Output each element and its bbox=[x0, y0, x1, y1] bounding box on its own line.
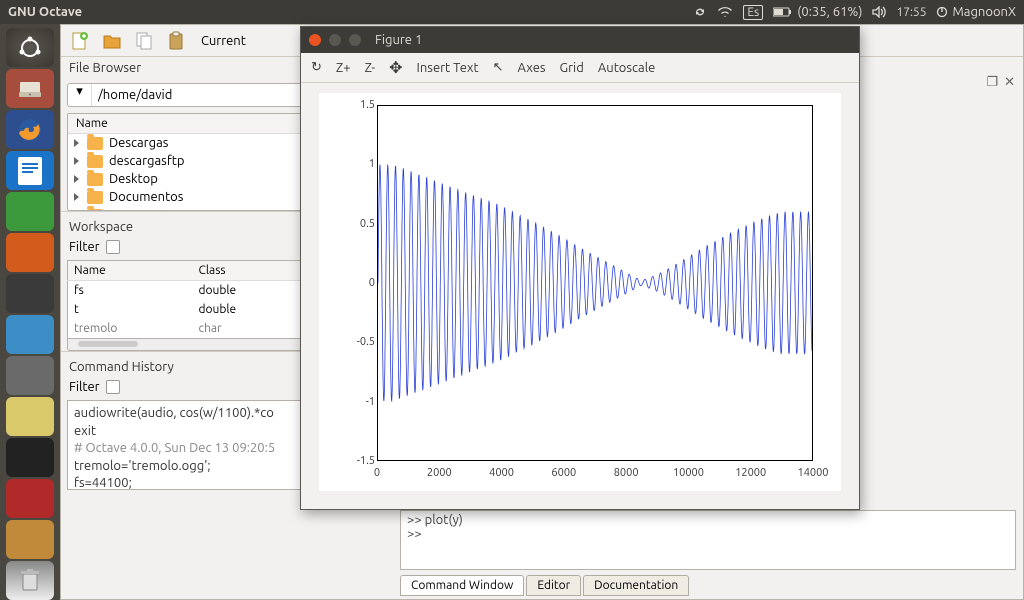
launcher-writer[interactable] bbox=[6, 151, 54, 190]
folder-icon bbox=[87, 191, 103, 204]
xtick-label: 10000 bbox=[673, 467, 704, 479]
system-menubar: GNU Octave Es (0:35, 61%) 17:55 MagnoonX bbox=[0, 0, 1024, 24]
window-minimize-icon[interactable] bbox=[329, 34, 341, 46]
ytick-label: -0.5 bbox=[341, 336, 375, 348]
expand-icon[interactable] bbox=[74, 175, 79, 183]
window-close-icon[interactable] bbox=[309, 34, 321, 46]
grid-button[interactable]: Grid bbox=[560, 61, 584, 75]
clock[interactable]: 17:55 bbox=[896, 6, 926, 19]
expand-icon[interactable] bbox=[74, 193, 79, 201]
launcher-app3[interactable] bbox=[6, 356, 54, 395]
ytick-label: 1 bbox=[341, 158, 375, 170]
keyboard-layout[interactable]: Es bbox=[743, 5, 763, 20]
tab-documentation[interactable]: Documentation bbox=[583, 575, 689, 596]
zoom-in-button[interactable]: Z+ bbox=[336, 61, 351, 75]
expand-icon[interactable] bbox=[74, 157, 79, 165]
file-name: Documentos bbox=[109, 190, 183, 204]
command-window[interactable]: >> plot(y)>> bbox=[400, 510, 1016, 570]
rotate-icon[interactable]: ↻ bbox=[311, 60, 322, 75]
figure-title: Figure 1 bbox=[375, 33, 422, 47]
xtick-label: 6000 bbox=[551, 467, 576, 479]
launcher-trash[interactable] bbox=[6, 561, 54, 600]
sync-icon[interactable] bbox=[693, 5, 707, 19]
figure-window[interactable]: Figure 1 ↻ Z+ Z- ✥ Insert Text ↖ Axes Gr… bbox=[300, 26, 860, 510]
ytick-label: -1.5 bbox=[341, 455, 375, 467]
user-name: MagnoonX bbox=[952, 5, 1016, 19]
pan-icon[interactable]: ✥ bbox=[389, 58, 402, 77]
launcher-app4[interactable] bbox=[6, 397, 54, 436]
copy-icon[interactable] bbox=[131, 28, 157, 54]
ytick-label: 1.5 bbox=[341, 99, 375, 111]
pointer-icon[interactable]: ↖ bbox=[493, 60, 504, 75]
folder-icon bbox=[87, 173, 103, 186]
autoscale-button[interactable]: Autoscale bbox=[598, 61, 655, 75]
unity-launcher bbox=[0, 24, 60, 600]
launcher-impress[interactable] bbox=[6, 233, 54, 272]
expand-icon[interactable] bbox=[74, 139, 79, 147]
document-tabs: Command WindowEditorDocumentation bbox=[400, 575, 689, 596]
launcher-firefox[interactable] bbox=[6, 110, 54, 149]
open-file-icon[interactable] bbox=[99, 28, 125, 54]
battery-text: (0:35, 61%) bbox=[797, 5, 862, 19]
new-file-icon[interactable] bbox=[67, 28, 93, 54]
figure-titlebar[interactable]: Figure 1 bbox=[301, 27, 859, 53]
folder-icon bbox=[87, 137, 103, 150]
ytick-label: 0.5 bbox=[341, 218, 375, 230]
axes-button[interactable]: Axes bbox=[518, 61, 546, 75]
xtick-label: 4000 bbox=[489, 467, 514, 479]
launcher-app6[interactable] bbox=[6, 479, 54, 518]
zoom-out-button[interactable]: Z- bbox=[365, 61, 376, 75]
tab-command-window[interactable]: Command Window bbox=[400, 575, 524, 596]
ws-col-name[interactable]: Name bbox=[68, 261, 193, 281]
xtick-label: 8000 bbox=[614, 467, 639, 479]
launcher-files[interactable] bbox=[6, 69, 54, 108]
launcher-app1[interactable] bbox=[6, 274, 54, 313]
battery-indicator[interactable]: (0:35, 61%) bbox=[773, 5, 862, 19]
xtick-label: 12000 bbox=[735, 467, 766, 479]
figure-toolbar: ↻ Z+ Z- ✥ Insert Text ↖ Axes Grid Autosc… bbox=[301, 53, 859, 83]
plot-line bbox=[378, 106, 812, 460]
plot-axes bbox=[377, 105, 813, 461]
launcher-app5[interactable] bbox=[6, 438, 54, 477]
paste-icon[interactable] bbox=[163, 28, 189, 54]
launcher-dash[interactable] bbox=[6, 28, 54, 67]
ytick-label: 0 bbox=[341, 277, 375, 289]
volume-icon[interactable] bbox=[872, 6, 886, 18]
launcher-calc[interactable] bbox=[6, 192, 54, 231]
cmd-history-filter-checkbox[interactable] bbox=[106, 380, 120, 394]
ytick-label: -1 bbox=[341, 396, 375, 408]
cmd-history-filter-label: Filter bbox=[69, 380, 100, 394]
launcher-app7[interactable] bbox=[6, 520, 54, 559]
current-dir-label: Current bbox=[201, 34, 246, 48]
file-name: descargasftp bbox=[109, 154, 185, 168]
folder-icon bbox=[87, 155, 103, 168]
window-maximize-icon[interactable] bbox=[349, 34, 361, 46]
path-up-icon[interactable]: ▾ bbox=[68, 84, 92, 106]
launcher-app2[interactable] bbox=[6, 315, 54, 354]
app-title: GNU Octave bbox=[8, 5, 82, 19]
insert-text-button[interactable]: Insert Text bbox=[417, 61, 479, 75]
ws-col-class[interactable]: Class bbox=[193, 261, 304, 281]
file-name: Descargas bbox=[109, 136, 168, 150]
wifi-icon[interactable] bbox=[717, 6, 733, 18]
workspace-filter-label: Filter bbox=[69, 240, 100, 254]
xtick-label: 2000 bbox=[427, 467, 452, 479]
plot-area[interactable]: -1.5 -1 -0.5 0 0.5 1 1.5 0 2000 4000 6000 8000 1000… bbox=[319, 93, 841, 491]
xtick-label: 0 bbox=[374, 467, 380, 479]
workspace-filter-checkbox[interactable] bbox=[106, 240, 120, 254]
tab-editor[interactable]: Editor bbox=[526, 575, 581, 596]
xtick-label: 14000 bbox=[797, 467, 828, 479]
file-name: Desktop bbox=[109, 172, 158, 186]
session-menu[interactable]: MagnoonX bbox=[936, 5, 1016, 19]
